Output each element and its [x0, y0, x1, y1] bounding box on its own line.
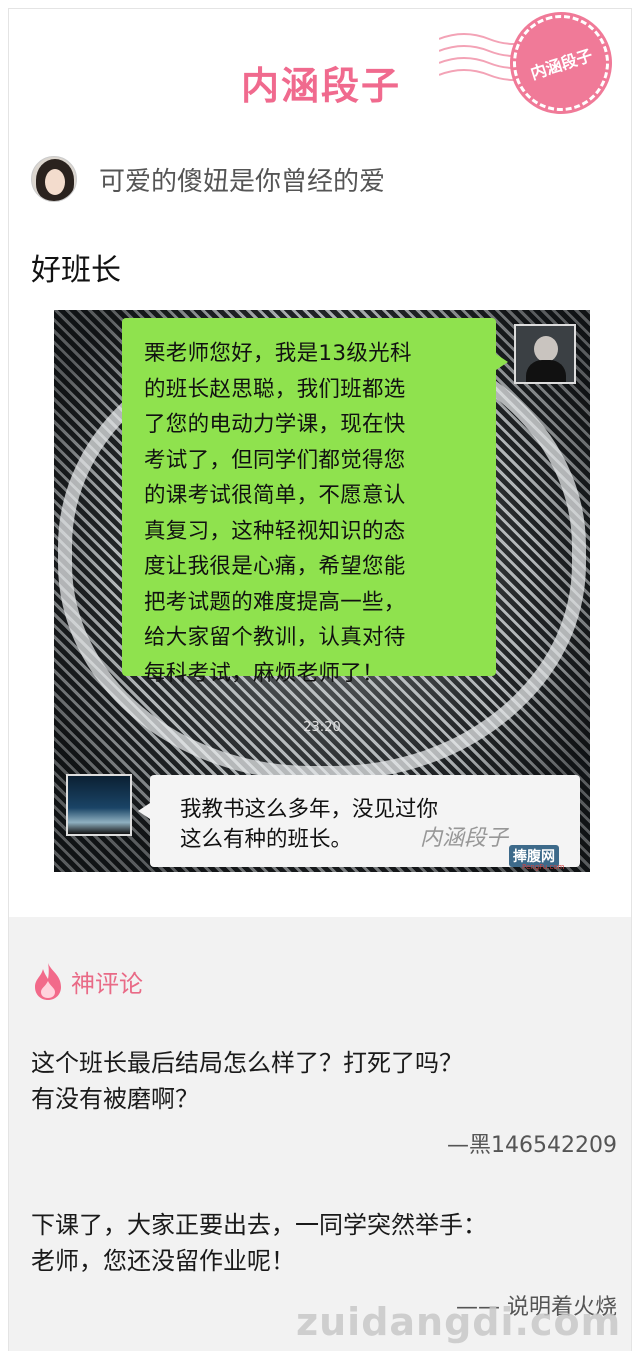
student-message-line: 考试了，但同学们都觉得您 [144, 447, 406, 473]
site-watermark: zuidangdi.com [296, 1300, 622, 1344]
image-watermark: 内涵段子 [420, 826, 509, 851]
comment-text-line: 下课了，大家正要出去，一同学突然举手： [31, 1211, 487, 1239]
flame-icon [35, 963, 61, 1000]
stamp-label: 内涵段子 [528, 45, 595, 84]
avatar[interactable] [31, 156, 77, 202]
student-message-line: 把考试题的难度提高一些， [144, 589, 406, 615]
chat-timestamp: 23:20 [303, 720, 341, 735]
comments-header: 神评论 [31, 961, 143, 1001]
teacher-avatar [66, 774, 132, 836]
pengfu-url: PengFu.com [522, 863, 565, 871]
post-card: 内涵段子 内涵段子 可爱的傻妞是你曾经的爱 好班长 栗老师您好，我是13级光科 … [8, 8, 632, 1351]
comments-section: 神评论 这个班长最后结局怎么样了？打死了吗？ 有没有被磨啊？ —黑1465422… [9, 917, 631, 1351]
post-image[interactable]: 栗老师您好，我是13级光科 的班长赵思聪，我们班都选 了您的电动力学课，现在快 … [54, 310, 590, 872]
comment-text-line: 这个班长最后结局怎么样了？打死了吗？ [31, 1049, 463, 1077]
header: 内涵段子 内涵段子 [9, 9, 631, 129]
comment-text-line: 有没有被磨啊？ [31, 1085, 199, 1113]
author-row[interactable]: 可爱的傻妞是你曾经的爱 [31, 154, 385, 204]
student-message-bubble: 栗老师您好，我是13级光科 的班长赵思聪，我们班都选 了您的电动力学课，现在快 … [122, 318, 508, 686]
student-message-line: 每科考试，麻烦老师了！ [144, 660, 384, 686]
student-message-line: 度让我很是心痛，希望您能 [144, 554, 406, 579]
post-title: 好班长 [31, 253, 121, 288]
comment-text-line: 老师，您还没留作业呢！ [31, 1247, 295, 1275]
author-name[interactable]: 可爱的傻妞是你曾经的爱 [99, 161, 385, 198]
student-message-line: 真复习，这种轻视知识的态 [144, 518, 406, 544]
student-message-line: 的班长赵思聪，我们班都选 [144, 376, 406, 402]
comment-item[interactable]: 这个班长最后结局怎么样了？打死了吗？ 有没有被磨啊？ —黑146542209 [31, 1045, 621, 1159]
student-message-line: 栗老师您好，我是13级光科 [144, 341, 412, 366]
student-avatar [514, 324, 576, 384]
student-message-line: 给大家留个教训，认真对待 [144, 625, 406, 650]
student-message-line: 的课考试很简单，不愿意认 [144, 483, 406, 508]
comments-title: 神评论 [71, 969, 143, 998]
teacher-reply-line: 我教书这么多年，没见过你 [180, 797, 439, 822]
student-message-line: 了您的电动力学课，现在快 [144, 412, 406, 437]
comment-author[interactable]: —黑146542209 [31, 1127, 621, 1159]
